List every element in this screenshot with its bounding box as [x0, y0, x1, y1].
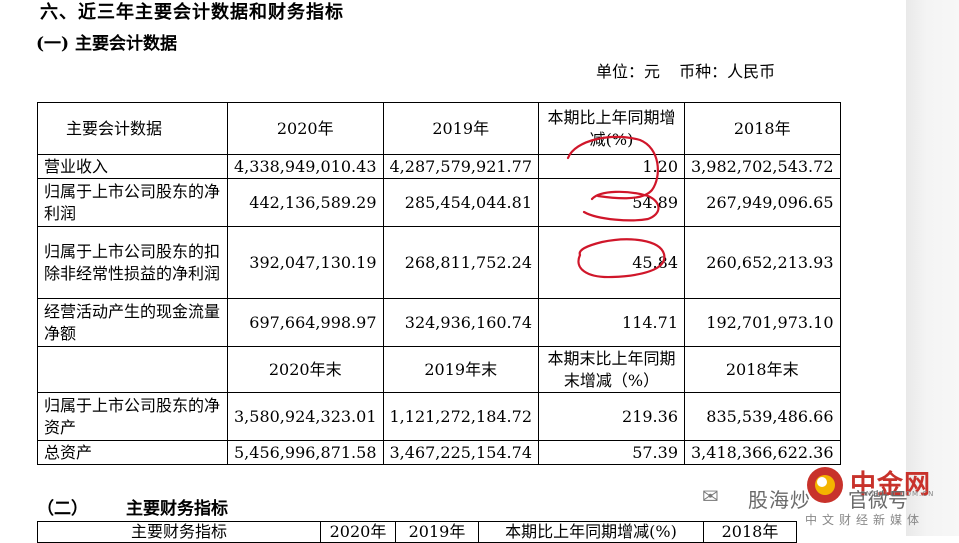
- ink-annotations: [566, 135, 666, 279]
- ink-stroke-3: [577, 238, 666, 279]
- watermark-channel: 股海炒: [748, 488, 811, 512]
- cngold-logo-icon: [807, 467, 843, 503]
- watermark-subtitle: 中文财经新媒体: [805, 513, 925, 527]
- watermark-brand-tail: 官微号: [848, 488, 908, 512]
- wechat-icon: ✉: [702, 484, 719, 508]
- viewer-gutter: [906, 0, 959, 536]
- watermark: ✉ 股海炒 中金网 CNGOLD.COM.CN 中文财经新媒体 官微号: [700, 467, 959, 536]
- document-page: 六、近三年主要会计数据和财务指标 (一) 主要会计数据 单位：元 币种：人民币 …: [0, 0, 959, 543]
- ink-stroke-2: [582, 190, 660, 222]
- ink-stroke-1: [566, 135, 659, 200]
